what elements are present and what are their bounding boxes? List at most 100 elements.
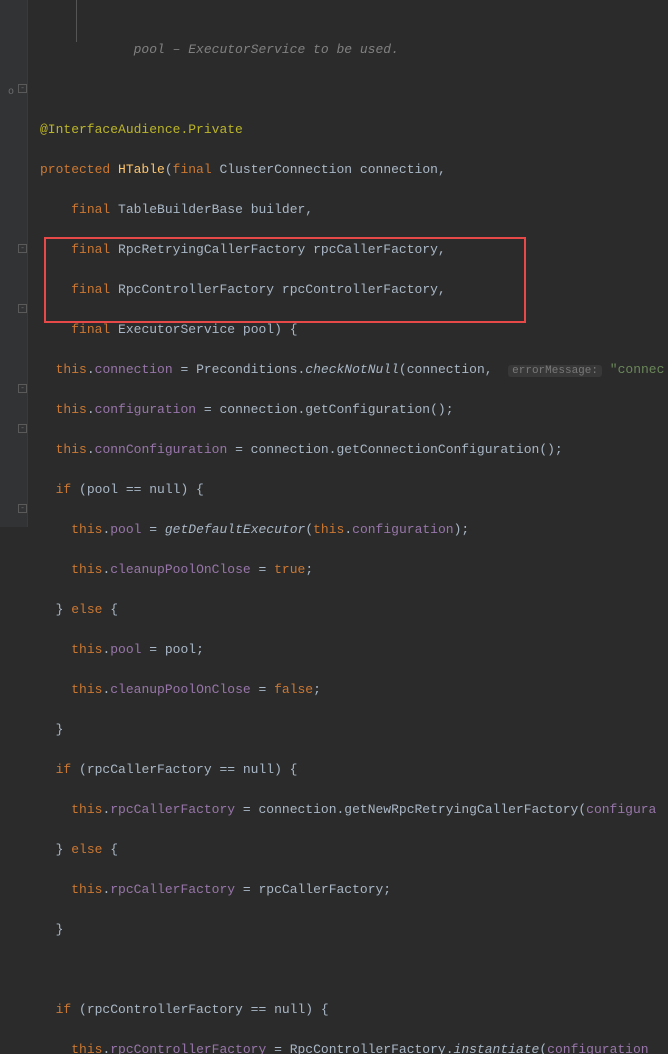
class-ref: Preconditions [196, 362, 297, 377]
code-line[interactable]: this.rpcControllerFactory = RpcControlle… [40, 1040, 664, 1054]
method-call: getDefaultExecutor [165, 522, 305, 537]
kw-final: final [71, 242, 110, 257]
param-hint: errorMessage: [508, 365, 602, 377]
field: pool [110, 642, 141, 657]
expr: connection.getNewRpcRetryingCallerFactor… [258, 802, 586, 817]
field: cleanupPoolOnClose [110, 682, 250, 697]
field: configuration [95, 402, 196, 417]
code-line[interactable]: } else { [40, 840, 664, 860]
code-line[interactable]: this.rpcCallerFactory = connection.getNe… [40, 800, 664, 820]
code-line[interactable]: final ExecutorService pool) { [40, 320, 664, 340]
code-line[interactable]: } [40, 720, 664, 740]
fold-marker[interactable]: - [18, 384, 27, 393]
kw-this: this [313, 522, 344, 537]
param: rpcControllerFactory [282, 282, 438, 297]
expr: pool; [165, 642, 204, 657]
annotation-member: .Private [180, 122, 242, 137]
code-line[interactable]: } else { [40, 600, 664, 620]
string-literal: "connec [610, 362, 665, 377]
static-call: checkNotNull [305, 362, 399, 377]
kw-this: this [71, 642, 102, 657]
kw-final: final [71, 322, 110, 337]
code-line[interactable] [40, 960, 664, 980]
field: configuration [352, 522, 453, 537]
code-line[interactable]: this.cleanupPoolOnClose = false; [40, 680, 664, 700]
fold-marker[interactable]: - [18, 504, 27, 513]
field: rpcCallerFactory [110, 802, 235, 817]
field: pool [110, 522, 141, 537]
arg: connection [407, 362, 485, 377]
kw-if: if [56, 1002, 72, 1017]
type: RpcRetryingCallerFactory [118, 242, 305, 257]
type: TableBuilderBase [118, 202, 243, 217]
field: configuration [547, 1042, 648, 1054]
condition: (pool == null) { [79, 482, 204, 497]
kw-this: this [71, 882, 102, 897]
kw-this: this [71, 1042, 102, 1054]
code-line[interactable]: this.rpcCallerFactory = rpcCallerFactory… [40, 880, 664, 900]
code-line[interactable]: this.cleanupPoolOnClose = true; [40, 560, 664, 580]
fold-marker[interactable]: - [18, 304, 27, 313]
field: cleanupPoolOnClose [110, 562, 250, 577]
static-call: instantiate [454, 1042, 540, 1054]
field: rpcControllerFactory [110, 1042, 266, 1054]
code-line[interactable]: final RpcControllerFactory rpcController… [40, 280, 664, 300]
field: connection [95, 362, 173, 377]
code-line[interactable]: this.connConfiguration = connection.getC… [40, 440, 664, 460]
kw-this: this [71, 682, 102, 697]
kw-this: this [56, 362, 87, 377]
kw-if: if [56, 482, 72, 497]
annotation: @InterfaceAudience [40, 122, 180, 137]
condition: (rpcCallerFactory == null) { [79, 762, 297, 777]
kw-true: true [274, 562, 305, 577]
kw-this: this [71, 562, 102, 577]
code-line[interactable]: if (rpcControllerFactory == null) { [40, 1000, 664, 1020]
kw-this: this [56, 442, 87, 457]
code-line[interactable]: if (rpcCallerFactory == null) { [40, 760, 664, 780]
kw-final: final [173, 162, 212, 177]
type: RpcControllerFactory [118, 282, 274, 297]
code-line[interactable]: final TableBuilderBase builder, [40, 200, 664, 220]
field: configura [586, 802, 656, 817]
override-marker[interactable]: o [8, 83, 20, 95]
expr: connection.getConfiguration(); [219, 402, 453, 417]
code-line[interactable]: this.pool = pool; [40, 640, 664, 660]
code-line[interactable]: pool – ExecutorService to be used. [40, 40, 664, 60]
code-line[interactable]: @InterfaceAudience.Private [40, 120, 664, 140]
param: rpcCallerFactory [313, 242, 438, 257]
expr: rpcCallerFactory; [258, 882, 391, 897]
kw-else: else [71, 842, 102, 857]
kw-else: else [71, 602, 102, 617]
param: pool [243, 322, 274, 337]
expr: connection.getConnectionConfiguration(); [251, 442, 563, 457]
kw-this: this [71, 522, 102, 537]
kw-this: this [56, 402, 87, 417]
field: rpcCallerFactory [110, 882, 235, 897]
code-line[interactable]: this.connection = Preconditions.checkNot… [40, 360, 664, 380]
indent-guide [76, 0, 77, 42]
param: connection [360, 162, 438, 177]
kw-this: this [71, 802, 102, 817]
brace: } [56, 922, 64, 937]
fold-marker[interactable]: - [18, 244, 27, 253]
code-line[interactable]: if (pool == null) { [40, 480, 664, 500]
fold-marker[interactable]: - [18, 424, 27, 433]
kw-protected: protected [40, 162, 110, 177]
code-line[interactable]: this.configuration = connection.getConfi… [40, 400, 664, 420]
constructor-name: HTable [118, 162, 165, 177]
condition: (rpcControllerFactory == null) { [79, 1002, 329, 1017]
code-line[interactable] [40, 80, 664, 100]
code-line[interactable]: final RpcRetryingCallerFactory rpcCaller… [40, 240, 664, 260]
javadoc-param: pool – ExecutorService to be used. [134, 42, 399, 57]
code-editor[interactable]: pool – ExecutorService to be used. @Inte… [28, 0, 664, 1054]
editor-gutter: - - - - - - o [0, 0, 28, 527]
brace: } [56, 722, 64, 737]
code-line[interactable]: protected HTable(final ClusterConnection… [40, 160, 664, 180]
class-ref: RpcControllerFactory [290, 1042, 446, 1054]
param: builder [251, 202, 306, 217]
code-line[interactable]: this.pool = getDefaultExecutor(this.conf… [40, 520, 664, 540]
kw-false: false [274, 682, 313, 697]
code-line[interactable]: } [40, 920, 664, 940]
kw-if: if [56, 762, 72, 777]
type: ClusterConnection [219, 162, 352, 177]
